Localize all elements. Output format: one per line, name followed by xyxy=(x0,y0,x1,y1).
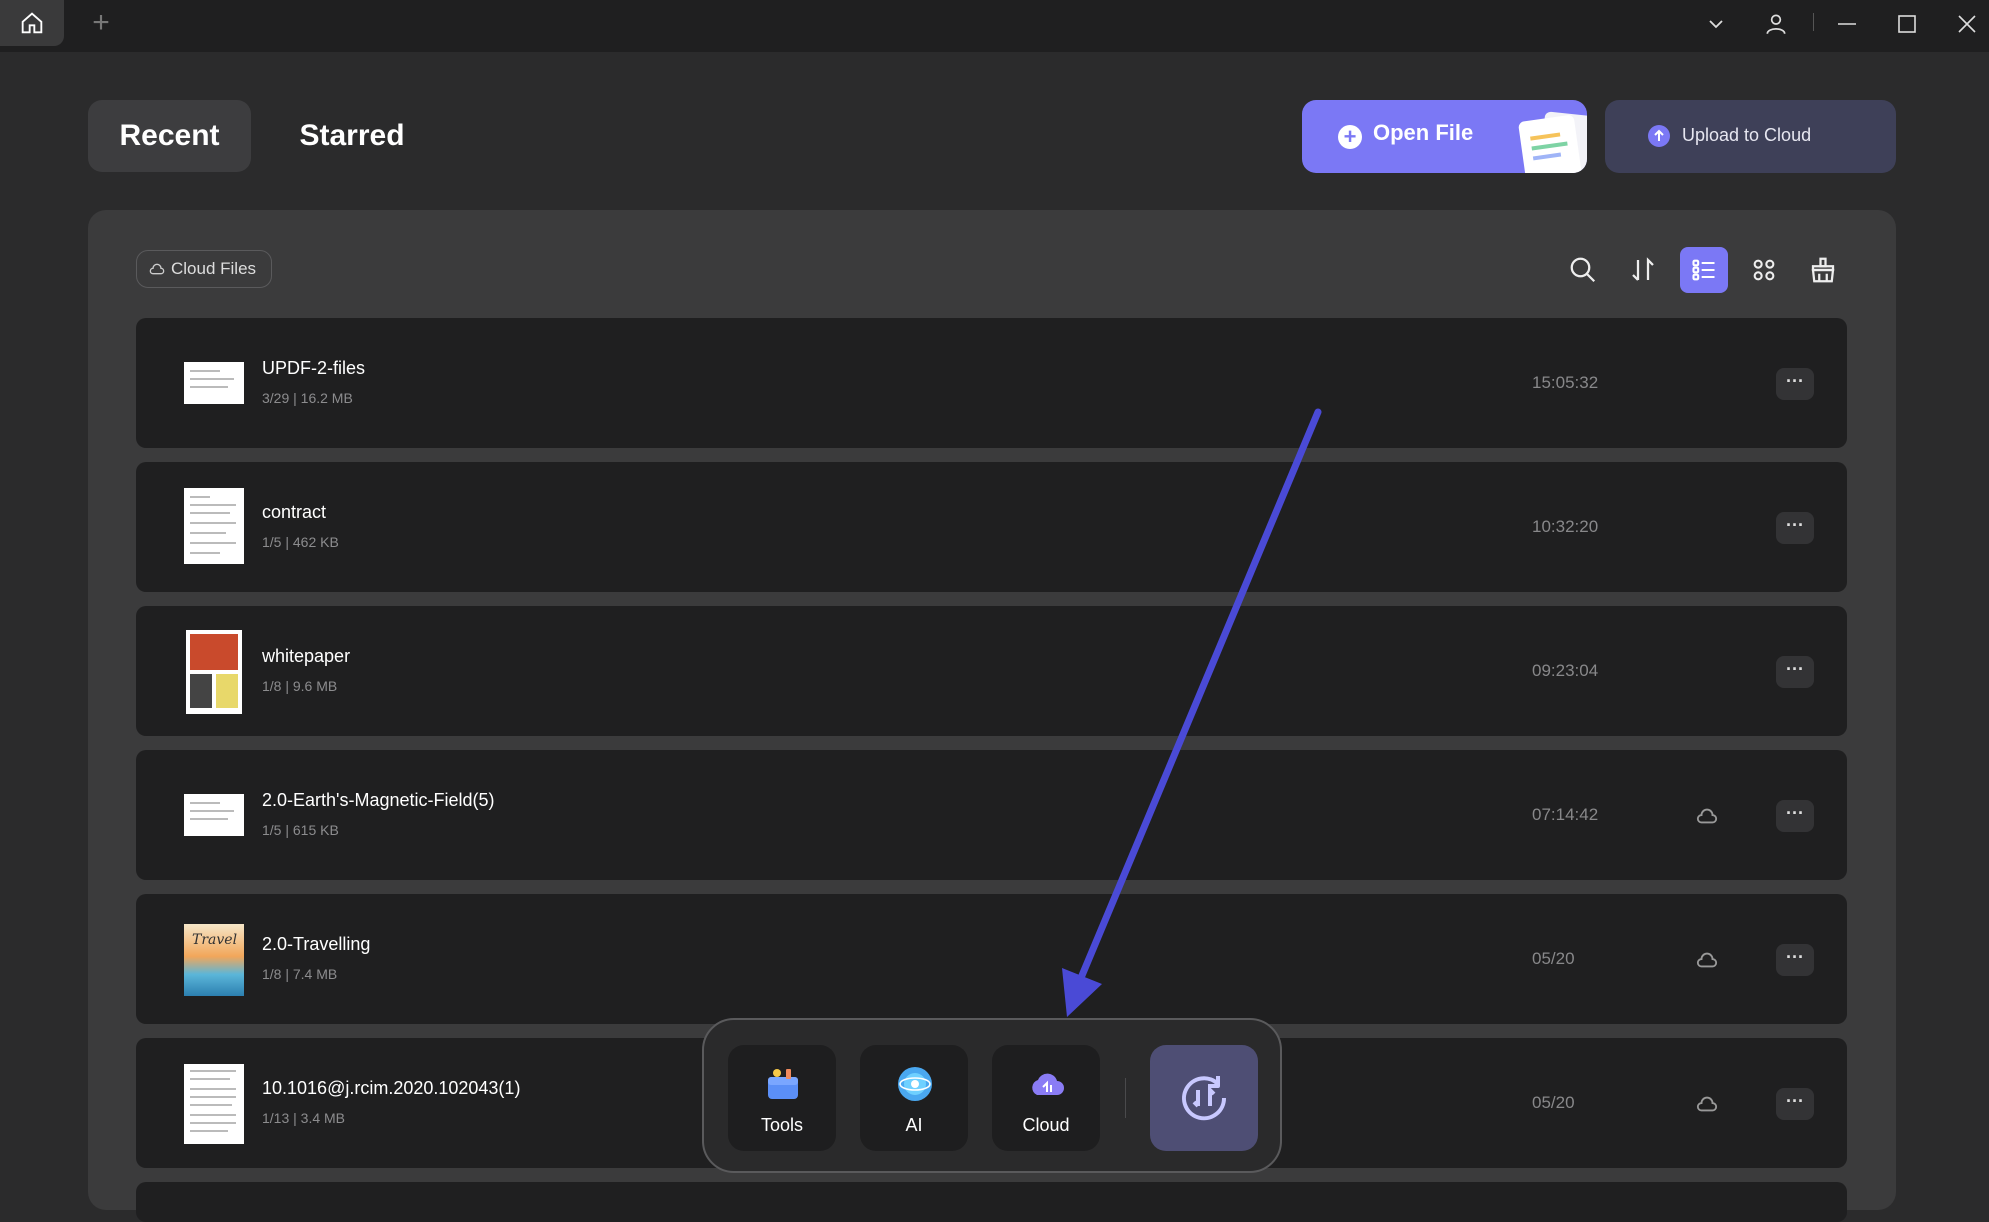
plus-circle-icon: + xyxy=(1338,125,1362,149)
more-button[interactable]: ··· xyxy=(1776,512,1814,544)
upload-to-cloud-button[interactable]: Upload to Cloud xyxy=(1605,100,1896,173)
clean-icon xyxy=(1811,257,1835,283)
grid-view-button[interactable] xyxy=(1740,247,1788,293)
file-time: 15:05:32 xyxy=(1532,373,1599,392)
tab-recent[interactable]: Recent xyxy=(88,100,251,172)
more-button[interactable]: ··· xyxy=(1776,800,1814,832)
more-button[interactable]: ··· xyxy=(1776,944,1814,976)
sort-button[interactable] xyxy=(1619,247,1667,293)
open-file-button[interactable]: + Open File xyxy=(1302,100,1587,173)
user-icon xyxy=(1766,14,1786,35)
minimize-icon xyxy=(1838,23,1856,25)
upload-to-cloud-label: Upload to Cloud xyxy=(1682,125,1812,145)
cloud-files-label: Cloud Files xyxy=(171,259,257,278)
file-name: whitepaper xyxy=(262,646,351,666)
file-row[interactable]: Travel 2.0-Travelling 1/8 | 7.4 MB 05/20… xyxy=(136,894,1847,1024)
file-meta: 1/5 | 615 KB xyxy=(262,822,339,838)
maximize-button[interactable] xyxy=(1883,4,1931,44)
dock-ai-button[interactable]: AI xyxy=(860,1045,968,1151)
file-meta: 1/8 | 7.4 MB xyxy=(262,966,338,982)
tab-starred[interactable]: Starred xyxy=(282,100,422,172)
clean-button[interactable] xyxy=(1799,247,1847,293)
file-name: 2.0-Earth's-Magnetic-Field(5) xyxy=(262,790,495,810)
dock-tools-button[interactable]: Tools xyxy=(728,1045,836,1151)
toolbox-icon xyxy=(768,1069,798,1099)
open-file-label: Open File xyxy=(1373,120,1474,145)
sync-icon xyxy=(1182,1076,1227,1121)
plus-icon: + xyxy=(92,6,110,39)
grid-view-icon xyxy=(1753,259,1775,281)
file-meta: 1/13 | 3.4 MB xyxy=(262,1110,346,1126)
file-name: 10.1016@j.rcim.2020.102043(1) xyxy=(262,1078,521,1098)
file-name: contract xyxy=(262,502,327,522)
dock-cloud-label: Cloud xyxy=(1022,1115,1070,1135)
close-icon xyxy=(1958,15,1976,33)
minimize-button[interactable] xyxy=(1823,4,1871,44)
close-button[interactable] xyxy=(1943,4,1989,44)
more-button[interactable]: ··· xyxy=(1776,1088,1814,1120)
title-bar: + xyxy=(0,0,1989,52)
account-button[interactable] xyxy=(1752,4,1800,44)
file-thumbnail xyxy=(184,362,244,404)
file-name: 2.0-Travelling xyxy=(262,934,371,954)
cloud-files-filter[interactable]: Cloud Files xyxy=(136,250,272,288)
file-thumbnail: Travel xyxy=(184,924,244,996)
home-icon xyxy=(21,12,43,34)
list-view-button[interactable] xyxy=(1680,247,1728,293)
document-illustration xyxy=(1517,114,1583,173)
new-tab-button[interactable]: + xyxy=(86,6,116,40)
chevron-down-icon xyxy=(1709,20,1723,29)
file-thumbnail xyxy=(184,1064,244,1144)
dock-sync-button[interactable] xyxy=(1150,1045,1258,1151)
file-row[interactable]: 2.0-Earth's-Magnetic-Field(5) 1/5 | 615 … xyxy=(136,750,1847,880)
file-time: 05/20 xyxy=(1532,949,1575,968)
file-time: 10:32:20 xyxy=(1532,517,1599,536)
home-tab[interactable] xyxy=(0,0,64,46)
file-time: 07:14:42 xyxy=(1532,805,1599,824)
sort-icon xyxy=(1632,257,1654,281)
dropdown-button[interactable] xyxy=(1692,4,1740,44)
maximize-icon xyxy=(1898,15,1916,33)
list-view-icon xyxy=(1692,259,1715,281)
file-thumbnail xyxy=(184,794,244,836)
more-button[interactable]: ··· xyxy=(1776,656,1814,688)
file-time: 05/20 xyxy=(1532,1093,1575,1112)
search-button[interactable] xyxy=(1559,247,1607,293)
file-thumbnail xyxy=(184,488,244,564)
file-row[interactable]: UPDF-2-files 3/29 | 16.2 MB 15:05:32 ··· xyxy=(136,318,1847,448)
ai-icon xyxy=(898,1067,932,1101)
file-meta: 3/29 | 16.2 MB xyxy=(262,390,353,406)
dock-divider xyxy=(1125,1078,1126,1118)
cloud-icon xyxy=(1696,808,1718,824)
upload-icon xyxy=(1648,125,1670,147)
file-row[interactable]: contract 1/5 | 462 KB 10:32:20 ··· xyxy=(136,462,1847,592)
cloud-icon xyxy=(1032,1073,1064,1095)
quick-dock: Tools AI Cloud xyxy=(702,1018,1282,1173)
file-time: 09:23:04 xyxy=(1532,661,1599,680)
more-button[interactable]: ··· xyxy=(1776,368,1814,400)
titlebar-divider xyxy=(1813,13,1814,31)
file-meta: 1/8 | 9.6 MB xyxy=(262,678,338,694)
cloud-icon xyxy=(149,263,165,275)
file-row[interactable] xyxy=(136,1182,1847,1222)
search-icon xyxy=(1570,257,1596,283)
file-row[interactable]: whitepaper 1/8 | 9.6 MB 09:23:04 ··· xyxy=(136,606,1847,736)
cloud-icon xyxy=(1696,1096,1718,1112)
dock-tools-label: Tools xyxy=(760,1115,804,1135)
file-name: UPDF-2-files xyxy=(262,358,366,378)
cloud-icon xyxy=(1696,952,1718,968)
file-meta: 1/5 | 462 KB xyxy=(262,534,339,550)
dock-cloud-button[interactable]: Cloud xyxy=(992,1045,1100,1151)
dock-ai-label: AI xyxy=(905,1115,923,1135)
file-thumbnail xyxy=(186,630,242,714)
